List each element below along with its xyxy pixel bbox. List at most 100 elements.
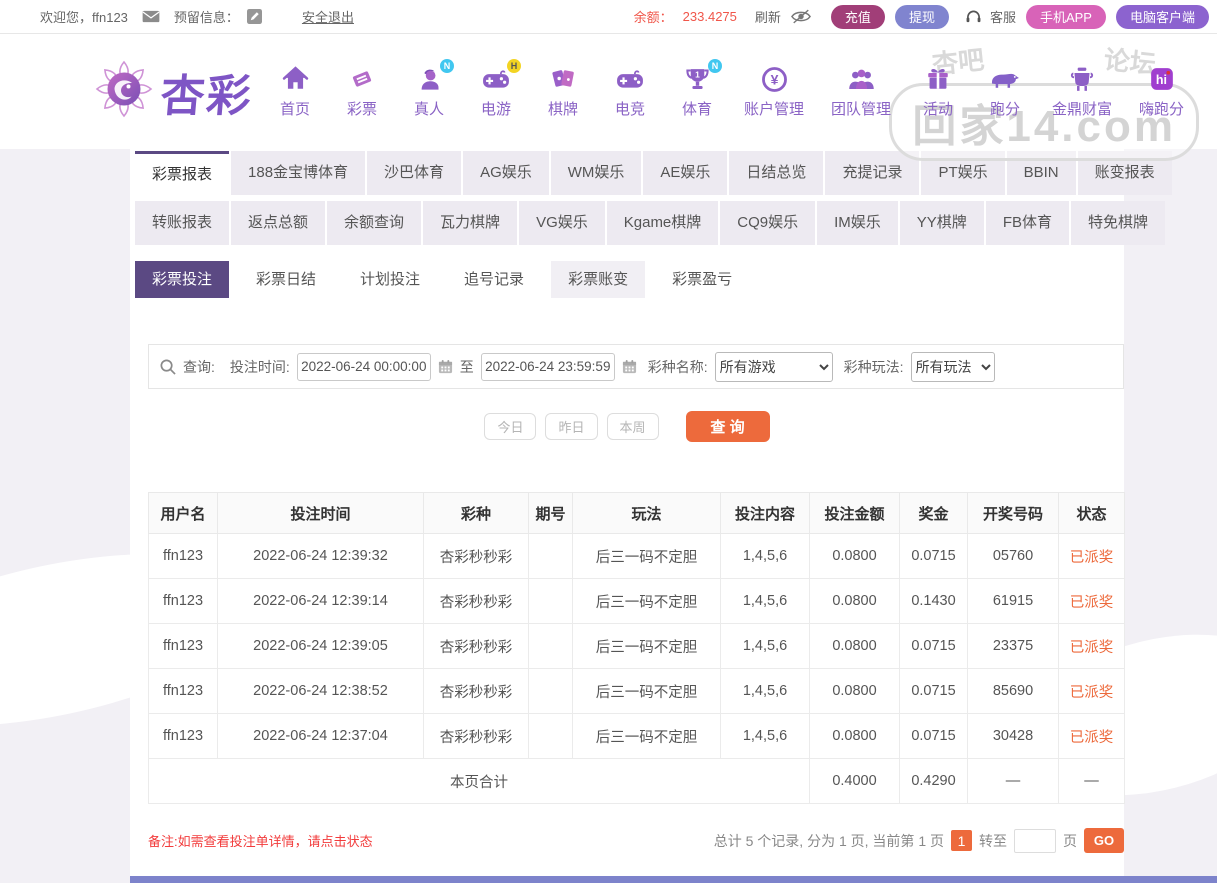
nav-item-真人[interactable]: N真人 bbox=[409, 64, 449, 119]
pc-client-button[interactable]: 电脑客户端 bbox=[1116, 5, 1209, 29]
cell: 1,4,5,6 bbox=[721, 579, 810, 624]
subtab-彩票账变[interactable]: 彩票账变 bbox=[551, 261, 645, 298]
nav-item-跑分[interactable]: 跑分 bbox=[985, 64, 1025, 119]
footer-accent-bar bbox=[130, 876, 1217, 883]
balance-label: 余额： bbox=[634, 7, 673, 26]
tab-转账报表[interactable]: 转账报表 bbox=[135, 201, 229, 245]
subtab-计划投注[interactable]: 计划投注 bbox=[343, 261, 437, 298]
service-link[interactable]: 客服 bbox=[990, 7, 1016, 26]
top-bar: 欢迎您，ffn123 预留信息： 安全退出 余额： 233.4275 刷新 充值… bbox=[0, 0, 1217, 34]
recharge-button[interactable]: 充值 bbox=[831, 5, 885, 29]
nav-item-团队管理[interactable]: 团队管理 bbox=[831, 64, 891, 119]
cell bbox=[529, 624, 573, 669]
tab-IM娱乐[interactable]: IM娱乐 bbox=[817, 201, 898, 245]
calendar-icon[interactable] bbox=[438, 359, 453, 374]
time-to-input[interactable] bbox=[481, 353, 615, 381]
envelope-icon[interactable] bbox=[142, 10, 160, 23]
subtab-彩票投注[interactable]: 彩票投注 bbox=[135, 261, 229, 298]
tab-充提记录[interactable]: 充提记录 bbox=[825, 151, 919, 195]
tab-PT娱乐[interactable]: PT娱乐 bbox=[921, 151, 1004, 195]
subtab-彩票日结[interactable]: 彩票日结 bbox=[239, 261, 333, 298]
yesterday-button[interactable]: 昨日 bbox=[545, 413, 597, 440]
go-button[interactable]: GO bbox=[1084, 828, 1124, 853]
nav-item-电游[interactable]: H电游 bbox=[476, 64, 516, 119]
tab-沙巴体育[interactable]: 沙巴体育 bbox=[367, 151, 461, 195]
cell: 后三一码不定胆 bbox=[573, 534, 721, 579]
column-header-用户名: 用户名 bbox=[149, 493, 218, 534]
nav-item-嗨跑分[interactable]: hi嗨跑分 bbox=[1139, 64, 1184, 119]
cell: 2022-06-24 12:39:05 bbox=[218, 624, 424, 669]
tab-返点总额[interactable]: 返点总额 bbox=[231, 201, 325, 245]
report-tabs-row2: 转账报表返点总额余额查询瓦力棋牌VG娱乐Kgame棋牌CQ9娱乐IM娱乐YY棋牌… bbox=[130, 201, 1124, 245]
tab-VG娱乐[interactable]: VG娱乐 bbox=[519, 201, 605, 245]
nav-item-首页[interactable]: 首页 bbox=[275, 64, 315, 119]
nav-label: 团队管理 bbox=[831, 98, 891, 119]
nav-item-棋牌[interactable]: 棋牌 bbox=[543, 64, 583, 119]
tab-账变报表[interactable]: 账变报表 bbox=[1078, 151, 1172, 195]
cell: 1,4,5,6 bbox=[721, 534, 810, 579]
tab-AE娱乐[interactable]: AE娱乐 bbox=[643, 151, 727, 195]
goto-label: 转至 bbox=[979, 831, 1007, 851]
play-select[interactable]: 所有玩法 bbox=[911, 352, 995, 382]
status-cell[interactable]: 已派奖 bbox=[1059, 714, 1125, 759]
nav-item-账户管理[interactable]: ¥账户管理 bbox=[744, 64, 804, 119]
time-from-input[interactable] bbox=[297, 353, 431, 381]
tab-余额查询[interactable]: 余额查询 bbox=[327, 201, 421, 245]
subtab-彩票盈亏[interactable]: 彩票盈亏 bbox=[655, 261, 749, 298]
cell: 1,4,5,6 bbox=[721, 624, 810, 669]
status-cell[interactable]: 已派奖 bbox=[1059, 624, 1125, 669]
nav-item-金鼎财富[interactable]: 金鼎财富 bbox=[1052, 64, 1112, 119]
status-cell[interactable]: 已派奖 bbox=[1059, 534, 1125, 579]
this-week-button[interactable]: 本周 bbox=[607, 413, 659, 440]
cell: 2022-06-24 12:37:04 bbox=[218, 714, 424, 759]
nav-item-电竞[interactable]: 电竞 bbox=[610, 64, 650, 119]
tab-日结总览[interactable]: 日结总览 bbox=[729, 151, 823, 195]
tab-WM娱乐[interactable]: WM娱乐 bbox=[551, 151, 642, 195]
nav-item-活动[interactable]: 活动 bbox=[918, 64, 958, 119]
logout-link[interactable]: 安全退出 bbox=[302, 7, 354, 26]
tab-YY棋牌[interactable]: YY棋牌 bbox=[900, 201, 984, 245]
tab-Kgame棋牌[interactable]: Kgame棋牌 bbox=[607, 201, 719, 245]
eye-slash-icon[interactable] bbox=[791, 9, 811, 24]
tab-BBIN[interactable]: BBIN bbox=[1007, 151, 1076, 195]
badge-N: N bbox=[440, 59, 454, 73]
tab-CQ9娱乐[interactable]: CQ9娱乐 bbox=[720, 201, 815, 245]
cell: 30428 bbox=[968, 714, 1059, 759]
tab-AG娱乐[interactable]: AG娱乐 bbox=[463, 151, 549, 195]
nav-label: 金鼎财富 bbox=[1052, 98, 1112, 119]
nav-item-彩票[interactable]: 彩票 bbox=[342, 64, 382, 119]
subtab-追号记录[interactable]: 追号记录 bbox=[447, 261, 541, 298]
page-unit-label: 页 bbox=[1063, 831, 1077, 851]
message-label: 预留信息： bbox=[174, 7, 239, 26]
nav-label: 真人 bbox=[414, 98, 444, 119]
current-page-box[interactable]: 1 bbox=[951, 830, 972, 851]
game-select[interactable]: 所有游戏 bbox=[715, 352, 833, 382]
cell: 0.0800 bbox=[810, 669, 900, 714]
column-header-开奖号码: 开奖号码 bbox=[968, 493, 1059, 534]
tab-彩票报表[interactable]: 彩票报表 bbox=[135, 151, 229, 195]
table-row: ffn1232022-06-24 12:38:52杏彩秒秒彩后三一码不定胆1,4… bbox=[149, 669, 1125, 714]
tab-瓦力棋牌[interactable]: 瓦力棋牌 bbox=[423, 201, 517, 245]
gamepad-icon bbox=[614, 64, 646, 94]
status-cell[interactable]: 已派奖 bbox=[1059, 579, 1125, 624]
hi-icon: hi bbox=[1146, 64, 1178, 94]
brand-logo[interactable]: 杏彩 bbox=[95, 60, 253, 124]
search-button[interactable]: 查 询 bbox=[686, 411, 770, 442]
tab-188金宝博体育[interactable]: 188金宝博体育 bbox=[231, 151, 365, 195]
today-button[interactable]: 今日 bbox=[484, 413, 536, 440]
calendar-icon[interactable] bbox=[622, 359, 637, 374]
goto-page-input[interactable] bbox=[1014, 829, 1056, 853]
summary-value: — bbox=[1059, 759, 1125, 804]
tab-FB体育[interactable]: FB体育 bbox=[986, 201, 1069, 245]
withdraw-button[interactable]: 提现 bbox=[895, 5, 949, 29]
refresh-link[interactable]: 刷新 bbox=[755, 7, 781, 26]
tab-特免棋牌[interactable]: 特免棋牌 bbox=[1071, 201, 1165, 245]
lottery-subtabs: 彩票投注彩票日结计划投注追号记录彩票账变彩票盈亏 bbox=[130, 261, 1124, 298]
table-header-row: 用户名投注时间彩种期号玩法投注内容投注金额奖金开奖号码状态 bbox=[149, 493, 1125, 534]
status-cell[interactable]: 已派奖 bbox=[1059, 669, 1125, 714]
nav-item-体育[interactable]: 1N体育 bbox=[677, 64, 717, 119]
edit-icon[interactable] bbox=[247, 9, 262, 24]
mobile-app-button[interactable]: 手机APP bbox=[1026, 5, 1106, 29]
cell bbox=[529, 579, 573, 624]
headset-icon bbox=[965, 9, 982, 24]
